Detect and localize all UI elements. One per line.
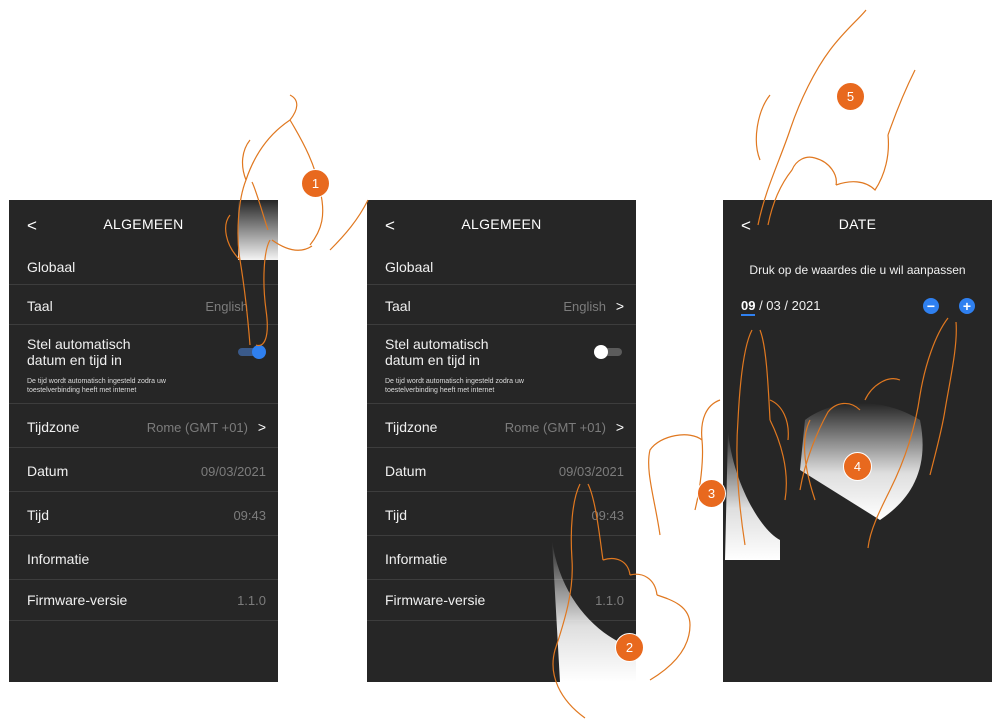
hand-icon xyxy=(552,483,691,719)
step-badge-2: 2 xyxy=(615,633,644,662)
step-badge-4: 4 xyxy=(843,452,872,481)
step-badge-3: 3 xyxy=(697,479,726,508)
hand-icon xyxy=(225,94,369,347)
step-badge-5: 5 xyxy=(836,82,865,111)
hand-icon xyxy=(755,9,916,226)
hand-icon xyxy=(648,329,789,560)
hand-icon xyxy=(799,317,957,549)
step-badge-1: 1 xyxy=(301,169,330,198)
